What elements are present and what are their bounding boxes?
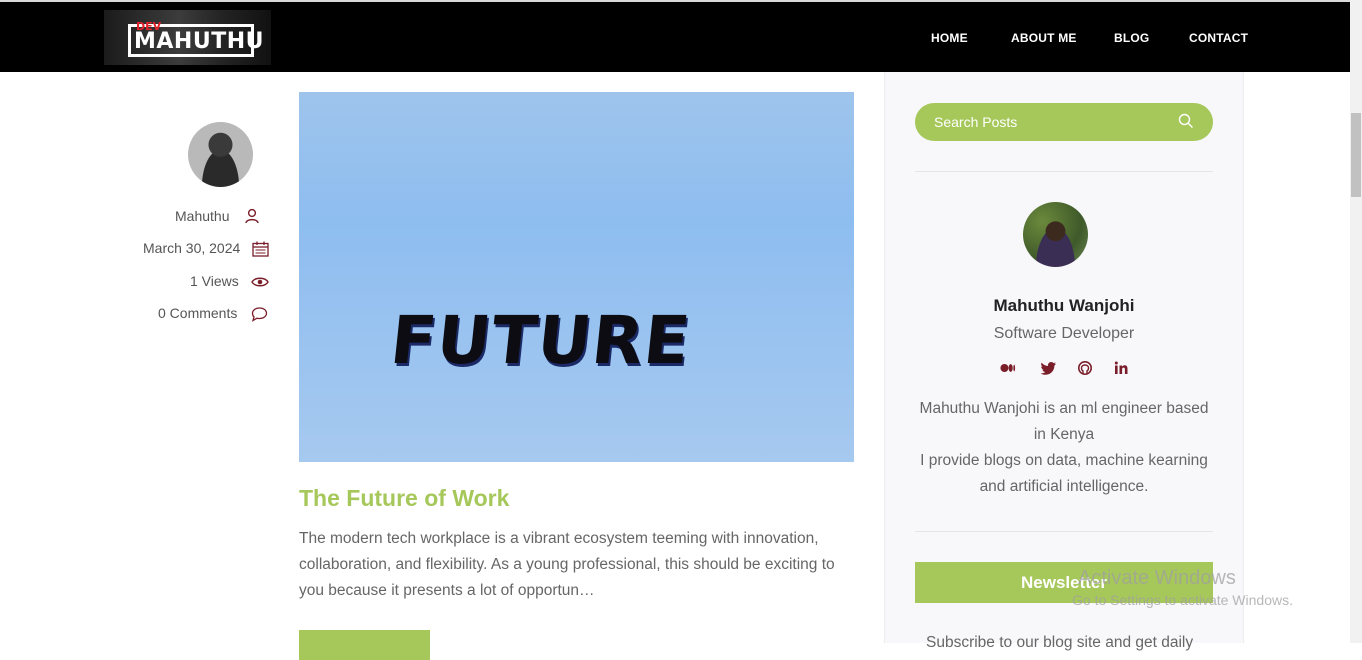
post-featured-image[interactable]: FUTURE (299, 92, 854, 462)
page-scrollbar[interactable] (1350, 0, 1362, 643)
post-title[interactable]: The Future of Work (299, 485, 509, 512)
post-comments[interactable]: 0 Comments (158, 305, 237, 321)
author-avatar (188, 122, 253, 187)
user-icon (245, 208, 259, 224)
profile-name: Mahuthu Wanjohi (993, 296, 1135, 315)
post-excerpt: The modern tech workplace is a vibrant e… (299, 530, 835, 599)
search-icon[interactable] (1178, 113, 1194, 129)
post-author[interactable]: Mahuthu (175, 208, 229, 224)
search-placeholder: Search Posts (934, 114, 1018, 130)
activation-watermark-text: Go to Settings to activate Windows. (1072, 592, 1293, 608)
divider (915, 531, 1213, 532)
profile-role: Software Developer (993, 325, 1135, 342)
comment-icon (251, 307, 268, 322)
post-views: 1 Views (190, 273, 239, 289)
nav-about-me[interactable]: ABOUT ME (1011, 31, 1077, 45)
eye-icon (251, 277, 269, 287)
post-date: March 30, 2024 (143, 240, 241, 256)
sidebar-panel (884, 72, 1244, 643)
site-logo[interactable]: DEV MAHUTHU (104, 10, 271, 65)
medium-icon[interactable] (1000, 360, 1016, 376)
navbar: DEV MAHUTHU HOME ABOUT ME BLOG CONTACT (0, 2, 1350, 72)
newsletter-text: Subscribe to our blog site and get daily (926, 634, 1194, 651)
profile-bio: Mahuthu Wanjohi is an ml engineer based … (915, 396, 1213, 500)
bio-line-1: Mahuthu Wanjohi is an ml engineer based … (919, 400, 1209, 443)
twitter-icon[interactable] (1041, 360, 1057, 376)
profile-avatar (1023, 202, 1088, 267)
search-posts-input[interactable]: Search Posts (915, 103, 1213, 141)
linkedin-icon[interactable] (1113, 360, 1129, 376)
nav-contact[interactable]: CONTACT (1189, 31, 1248, 45)
nav-blog[interactable]: BLOG (1114, 31, 1149, 45)
github-icon[interactable] (1077, 360, 1093, 376)
divider (915, 171, 1213, 172)
activation-watermark-title: Activate Windows (1078, 567, 1236, 589)
bio-line-2: I provide blogs on data, machine kearnin… (920, 452, 1208, 495)
featured-image-text: FUTURE (386, 302, 695, 379)
calendar-icon (252, 241, 269, 257)
logo-text: MAHUTHU (134, 29, 264, 54)
scrollbar-thumb[interactable] (1351, 113, 1361, 197)
nav-home[interactable]: HOME (931, 31, 968, 45)
view-more-button[interactable] (299, 630, 430, 660)
